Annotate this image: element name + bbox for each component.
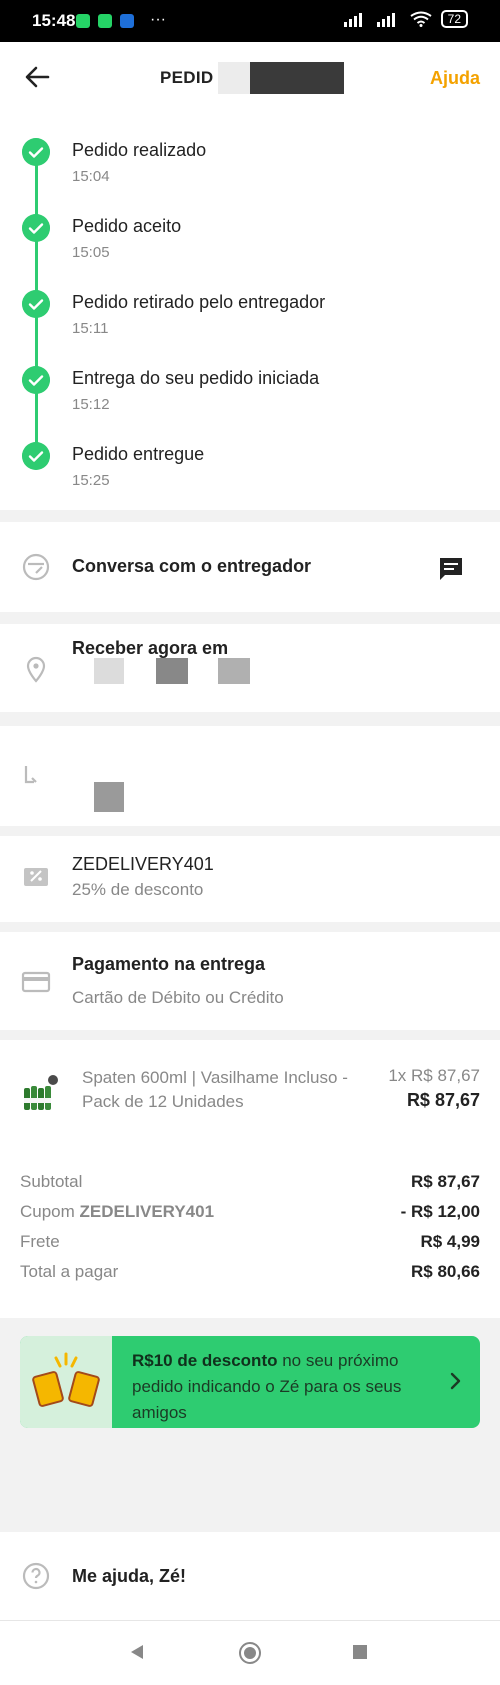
nav-home-icon[interactable] (238, 1641, 262, 1665)
coupon-label: Cupom (20, 1202, 75, 1221)
check-icon (22, 138, 50, 166)
total-row: Total a pagar R$ 80,66 (20, 1262, 480, 1282)
coupon-icon (24, 868, 48, 886)
redaction-block (218, 62, 250, 94)
system-nav-bar (0, 1620, 500, 1685)
subtotal-value: R$ 87,67 (411, 1172, 480, 1191)
delivery-address-card: Receber agora em (0, 624, 500, 712)
redaction-block (94, 658, 124, 684)
check-icon (22, 442, 50, 470)
timeline-step: Pedido retirado pelo entregador 15:11 (0, 290, 500, 366)
cheers-icon (32, 1352, 100, 1407)
step-title: Pedido aceito (72, 216, 182, 236)
coupon-code: ZEDELIVERY401 (72, 854, 214, 874)
delivery-icon (24, 766, 37, 784)
step-time: 15:12 (72, 396, 110, 413)
product-name: Spaten 600ml | Vasilhame Incluso - Pack … (82, 1068, 348, 1111)
timeline-step: Pedido entregue 15:25 (0, 442, 500, 518)
coupon-card: ZEDELIVERY401 25% de desconto (0, 836, 500, 922)
shipping-label: Frete (20, 1232, 60, 1251)
redaction-block (250, 62, 344, 94)
product-qty-price: 1x R$ 87,67 (388, 1066, 480, 1085)
check-icon (22, 214, 50, 242)
chat-icon[interactable] (436, 554, 466, 584)
payment-card: Pagamento na entrega Cartão de Débito ou… (0, 932, 500, 1030)
shipping-value: R$ 4,99 (420, 1232, 480, 1251)
promo-bold: R$10 de desconto (132, 1351, 278, 1370)
total-label: Total a pagar (20, 1262, 119, 1281)
payment-title: Pagamento na entrega (72, 954, 266, 974)
coupon-row-code: ZEDELIVERY401 (79, 1202, 215, 1221)
coupon-row: Cupom ZEDELIVERY401 - R$ 12,00 (20, 1202, 480, 1222)
status-bar: 15:48 ··· 72 (0, 0, 500, 42)
step-title: Pedido entregue (72, 444, 205, 464)
status-right: 72 (343, 10, 468, 28)
promo-text: R$10 de desconto no seu próximo pedido i… (132, 1348, 432, 1426)
more-notifications-icon: ··· (150, 11, 166, 28)
step-time: 15:25 (72, 472, 110, 489)
credit-card-icon (21, 971, 51, 993)
location-pin-icon (26, 656, 46, 683)
subtotal-row: Subtotal R$ 87,67 (20, 1172, 480, 1192)
courier-chat-card[interactable]: Conversa com o entregador (0, 522, 500, 612)
nav-recents-icon[interactable] (352, 1644, 368, 1660)
signal-icon-2 (376, 13, 395, 27)
promo-illustration (20, 1336, 112, 1428)
coupon-discount: 25% de desconto (72, 880, 204, 899)
messages-icon (120, 14, 134, 28)
total-value: R$ 80,66 (411, 1262, 480, 1281)
order-timeline: Pedido realizado 15:04 Pedido aceito 15:… (0, 114, 500, 510)
check-icon (22, 366, 50, 394)
redaction-block (94, 782, 124, 812)
product-total: R$ 87,67 (406, 1090, 480, 1110)
redaction-block (218, 658, 250, 684)
page-title: PEDID (160, 68, 214, 87)
redaction-block (156, 658, 188, 684)
payment-method: Cartão de Débito ou Crédito (72, 988, 284, 1007)
shipping-row: Frete R$ 4,99 (20, 1232, 480, 1252)
check-icon (22, 290, 50, 318)
timeline-step: Pedido realizado 15:04 (0, 138, 500, 214)
nav-back-icon[interactable] (128, 1643, 146, 1661)
battery-icon: 72 (440, 10, 468, 28)
delivery-info-card (0, 726, 500, 826)
timeline-step: Entrega do seu pedido iniciada 15:12 (0, 366, 500, 442)
step-title: Entrega do seu pedido iniciada (72, 368, 320, 388)
beer-pack-icon (24, 1075, 58, 1110)
step-time: 15:11 (72, 320, 109, 337)
step-title: Pedido retirado pelo entregador (72, 292, 326, 312)
back-arrow-icon[interactable] (22, 62, 52, 92)
step-title: Pedido realizado (72, 140, 207, 160)
step-time: 15:04 (72, 168, 110, 185)
help-circle-icon (22, 1562, 50, 1590)
whatsapp-icon (76, 14, 90, 28)
subtotal-label: Subtotal (20, 1172, 83, 1191)
referral-promo-banner[interactable]: R$10 de desconto no seu próximo pedido i… (20, 1336, 480, 1428)
help-footer-label: Me ajuda, Zé! (72, 1566, 187, 1586)
step-time: 15:05 (72, 244, 110, 261)
status-time: 15:48 (32, 11, 76, 30)
whatsapp-business-icon (98, 14, 112, 28)
order-summary: Subtotal R$ 87,67 Cupom ZEDELIVERY401 - … (0, 1130, 500, 1318)
product-row: Spaten 600ml | Vasilhame Incluso - Pack … (0, 1040, 500, 1131)
app-header: PEDID Ajuda (0, 42, 500, 114)
signal-icon (343, 13, 362, 27)
help-footer[interactable]: Me ajuda, Zé! (0, 1532, 500, 1620)
coupon-value: - R$ 12,00 (400, 1202, 480, 1221)
chevron-right-icon (450, 1372, 461, 1390)
wifi-icon (410, 11, 432, 27)
timeline-step: Pedido aceito 15:05 (0, 214, 500, 290)
courier-chat-label: Conversa com o entregador (72, 556, 312, 576)
help-link[interactable]: Ajuda (430, 68, 480, 89)
courier-icon (22, 553, 50, 581)
address-label: Receber agora em (72, 638, 229, 658)
